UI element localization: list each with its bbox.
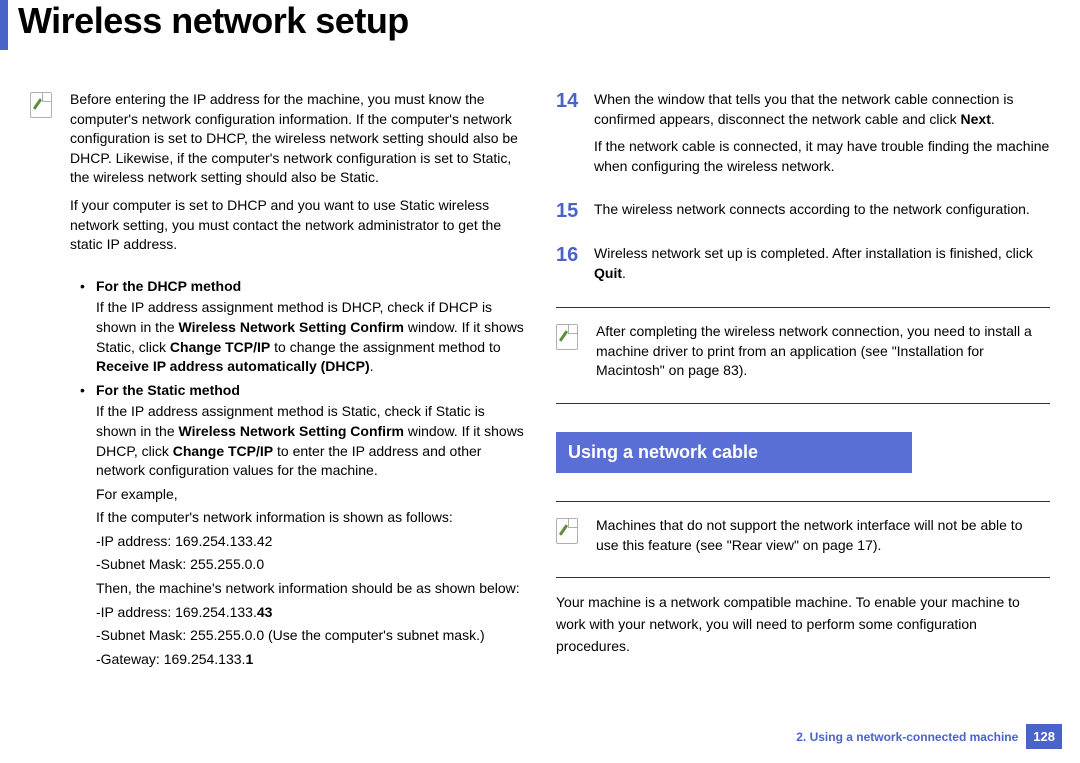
static-heading: For the Static method <box>96 381 240 401</box>
example-subnet2: -Subnet Mask: 255.255.0.0 (Use the compu… <box>96 626 524 646</box>
example-then: Then, the machine's network information … <box>96 579 524 599</box>
bullet-mark: • <box>80 277 96 297</box>
example-subnet: -Subnet Mask: 255.255.0.0 <box>96 555 524 575</box>
divider <box>556 307 1050 308</box>
page-title: Wireless network setup <box>18 0 409 42</box>
note3-text: Machines that do not support the network… <box>596 516 1046 555</box>
note1-p1: Before entering the IP address for the m… <box>70 90 520 188</box>
section-heading: Using a network cable <box>556 432 912 473</box>
step-number: 16 <box>556 244 584 291</box>
step-15: 15 The wireless network connects accordi… <box>556 200 1050 228</box>
example-intro: If the computer's network information is… <box>96 508 524 528</box>
right-body-text: Your machine is a network compatible mac… <box>556 592 1050 657</box>
note-icon <box>30 92 52 118</box>
right-column: 14 When the window that tells you that t… <box>556 90 1050 673</box>
divider <box>556 577 1050 578</box>
step-number: 15 <box>556 200 584 228</box>
example-ip2: -IP address: 169.254.133.43 <box>96 603 524 623</box>
note-box-3: Machines that do not support the network… <box>556 516 1050 563</box>
step15-p: The wireless network connects according … <box>594 200 1030 220</box>
step14-p1: When the window that tells you that the … <box>594 90 1050 129</box>
step-14: 14 When the window that tells you that t… <box>556 90 1050 184</box>
note1-p2: If your computer is set to DHCP and you … <box>70 196 520 255</box>
page-number: 128 <box>1026 724 1062 749</box>
divider <box>556 403 1050 404</box>
note-box-2: After completing the wireless network co… <box>556 322 1050 389</box>
left-column: Before entering the IP address for the m… <box>30 90 524 673</box>
note2-text: After completing the wireless network co… <box>596 322 1046 381</box>
dhcp-body: If the IP address assignment method is D… <box>96 298 524 376</box>
divider <box>556 501 1050 502</box>
note-box-1: Before entering the IP address for the m… <box>30 90 524 263</box>
title-accent-bar <box>0 0 8 50</box>
example-label: For example, <box>96 485 524 505</box>
step16-p: Wireless network set up is completed. Af… <box>594 244 1050 283</box>
example-ip: -IP address: 169.254.133.42 <box>96 532 524 552</box>
page-footer: 2. Using a network-connected machine 128 <box>796 724 1062 749</box>
step-16: 16 Wireless network set up is completed.… <box>556 244 1050 291</box>
note-icon <box>556 324 578 350</box>
dhcp-heading: For the DHCP method <box>96 277 241 297</box>
note-icon <box>556 518 578 544</box>
bullet-mark: • <box>80 381 96 401</box>
footer-chapter: 2. Using a network-connected machine <box>796 730 1018 744</box>
example-gateway: -Gateway: 169.254.133.1 <box>96 650 524 670</box>
step-number: 14 <box>556 90 584 184</box>
step14-p2: If the network cable is connected, it ma… <box>594 137 1050 176</box>
static-body: If the IP address assignment method is S… <box>96 402 524 480</box>
